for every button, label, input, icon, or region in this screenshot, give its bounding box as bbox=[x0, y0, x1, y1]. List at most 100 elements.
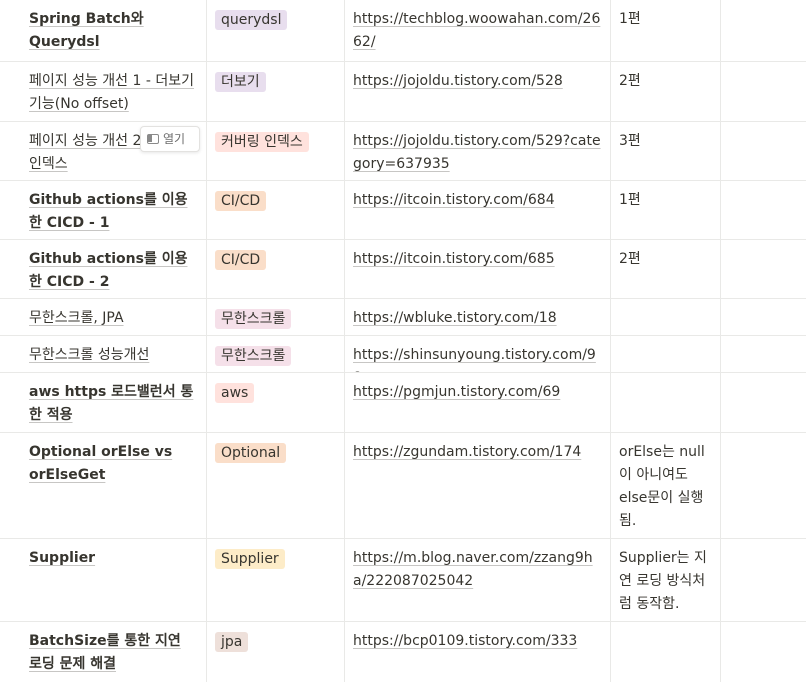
url-link[interactable]: https://pgmjun.tistory.com/69 bbox=[353, 384, 560, 400]
url-cell[interactable]: https://wbluke.tistory.com/18 bbox=[345, 299, 611, 335]
table-row[interactable]: aws https 로드밸런서 통한 적용 aws https://pgmjun… bbox=[0, 373, 806, 433]
tag-cell[interactable]: 커버링 인덱스 bbox=[207, 122, 345, 180]
table-row[interactable]: Spring Batch와 Querydsl querydsl https://… bbox=[0, 0, 806, 62]
note-cell[interactable]: 1편 bbox=[611, 0, 721, 61]
row-title[interactable]: Spring Batch와 Querydsl bbox=[29, 11, 144, 50]
table-row[interactable]: BatchSize를 통한 지연 로딩 문제 해결 jpa https://bc… bbox=[0, 622, 806, 682]
table-row[interactable]: Optional orElse vs orElseGet Optional ht… bbox=[0, 433, 806, 539]
table-row[interactable]: 페이지 성능 개선 1 - 더보기 기능(No offset) 더보기 http… bbox=[0, 62, 806, 122]
empty-cell[interactable] bbox=[721, 299, 806, 335]
tag-chip: jpa bbox=[215, 632, 249, 652]
url-link[interactable]: https://bcp0109.tistory.com/333 bbox=[353, 633, 577, 649]
url-cell[interactable]: https://jojoldu.tistory.com/529?category… bbox=[345, 122, 611, 180]
empty-cell[interactable] bbox=[721, 62, 806, 121]
tag-chip: querydsl bbox=[215, 10, 288, 30]
row-title[interactable]: aws https 로드밸런서 통한 적용 bbox=[29, 384, 193, 423]
url-cell[interactable]: https://m.blog.naver.com/zzang9ha/222087… bbox=[345, 539, 611, 621]
tag-cell[interactable]: CI/CD bbox=[207, 240, 345, 298]
table-row[interactable]: Supplier Supplier https://m.blog.naver.c… bbox=[0, 539, 806, 622]
note-cell[interactable]: 2편 bbox=[611, 62, 721, 121]
row-title[interactable]: Optional orElse vs orElseGet bbox=[29, 444, 172, 483]
note-text: 1편 bbox=[619, 11, 641, 27]
title-cell[interactable]: BatchSize를 통한 지연 로딩 문제 해결 bbox=[21, 622, 207, 682]
table-row[interactable]: Github actions를 이용한 CICD - 1 CI/CD https… bbox=[0, 181, 806, 240]
note-text: 1편 bbox=[619, 192, 641, 208]
tag-cell[interactable]: querydsl bbox=[207, 0, 345, 61]
url-cell[interactable]: https://bcp0109.tistory.com/333 bbox=[345, 622, 611, 682]
empty-cell[interactable] bbox=[721, 181, 806, 239]
empty-cell[interactable] bbox=[721, 433, 806, 538]
tag-chip: Optional bbox=[215, 443, 287, 463]
title-cell[interactable]: aws https 로드밸런서 통한 적용 bbox=[21, 373, 207, 432]
note-cell[interactable] bbox=[611, 336, 721, 372]
empty-cell[interactable] bbox=[721, 539, 806, 621]
tag-chip: 무한스크롤 bbox=[215, 346, 292, 366]
url-cell[interactable]: https://techblog.woowahan.com/2662/ bbox=[345, 0, 611, 61]
url-link[interactable]: https://techblog.woowahan.com/2662/ bbox=[353, 11, 600, 50]
note-cell[interactable]: 2편 bbox=[611, 240, 721, 298]
tag-chip: aws bbox=[215, 383, 255, 403]
empty-cell[interactable] bbox=[721, 0, 806, 61]
note-text: 2편 bbox=[619, 73, 641, 89]
tag-cell[interactable]: Supplier bbox=[207, 539, 345, 621]
tag-cell[interactable]: aws bbox=[207, 373, 345, 432]
tag-chip: 더보기 bbox=[215, 72, 266, 92]
title-cell[interactable]: 무한스크롤 성능개선 bbox=[21, 336, 207, 372]
url-link[interactable]: https://jojoldu.tistory.com/528 bbox=[353, 73, 563, 89]
tag-chip: 무한스크롤 bbox=[215, 309, 292, 329]
url-cell[interactable]: https://itcoin.tistory.com/684 bbox=[345, 181, 611, 239]
tag-cell[interactable]: CI/CD bbox=[207, 181, 345, 239]
title-cell[interactable]: 페이지 성능 개선 1 - 더보기 기능(No offset) bbox=[21, 62, 207, 121]
tag-cell[interactable]: 더보기 bbox=[207, 62, 345, 121]
note-cell[interactable] bbox=[611, 373, 721, 432]
url-link[interactable]: https://jojoldu.tistory.com/529?category… bbox=[353, 133, 601, 172]
empty-cell[interactable] bbox=[721, 373, 806, 432]
row-title[interactable]: Supplier bbox=[29, 550, 95, 566]
row-title[interactable]: 무한스크롤, JPA bbox=[29, 310, 124, 326]
url-link[interactable]: https://m.blog.naver.com/zzang9ha/222087… bbox=[353, 550, 593, 589]
tag-cell[interactable]: 무한스크롤 bbox=[207, 299, 345, 335]
tag-cell[interactable]: jpa bbox=[207, 622, 345, 682]
title-cell[interactable]: Supplier bbox=[21, 539, 207, 621]
title-cell[interactable]: Spring Batch와 Querydsl bbox=[21, 0, 207, 61]
note-text: 3편 bbox=[619, 133, 641, 149]
tag-cell[interactable]: Optional bbox=[207, 433, 345, 538]
title-cell[interactable]: Github actions를 이용한 CICD - 2 bbox=[21, 240, 207, 298]
url-link[interactable]: https://itcoin.tistory.com/685 bbox=[353, 251, 555, 267]
open-page-button[interactable]: 열기 bbox=[140, 126, 200, 152]
tag-chip: CI/CD bbox=[215, 191, 267, 211]
empty-cell[interactable] bbox=[721, 336, 806, 372]
url-cell[interactable]: https://itcoin.tistory.com/685 bbox=[345, 240, 611, 298]
row-title[interactable]: 페이지 성능 개선 1 - 더보기 기능(No offset) bbox=[29, 73, 194, 112]
url-cell[interactable]: https://shinsunyoung.tistory.com/98 bbox=[345, 336, 611, 372]
url-link[interactable]: https://itcoin.tistory.com/684 bbox=[353, 192, 555, 208]
note-cell[interactable] bbox=[611, 622, 721, 682]
empty-cell[interactable] bbox=[721, 622, 806, 682]
table-row[interactable]: 무한스크롤, JPA 무한스크롤 https://wbluke.tistory.… bbox=[0, 299, 806, 336]
url-link[interactable]: https://zgundam.tistory.com/174 bbox=[353, 444, 581, 460]
url-link[interactable]: https://shinsunyoung.tistory.com/98 bbox=[353, 347, 596, 372]
url-cell[interactable]: https://jojoldu.tistory.com/528 bbox=[345, 62, 611, 121]
url-cell[interactable]: https://zgundam.tistory.com/174 bbox=[345, 433, 611, 538]
tag-chip: 커버링 인덱스 bbox=[215, 132, 309, 152]
row-title[interactable]: Github actions를 이용한 CICD - 1 bbox=[29, 192, 187, 231]
row-title[interactable]: 무한스크롤 성능개선 bbox=[29, 347, 149, 363]
url-cell[interactable]: https://pgmjun.tistory.com/69 bbox=[345, 373, 611, 432]
note-cell[interactable]: 1편 bbox=[611, 181, 721, 239]
empty-cell[interactable] bbox=[721, 122, 806, 180]
note-cell[interactable] bbox=[611, 299, 721, 335]
table-row[interactable]: Github actions를 이용한 CICD - 2 CI/CD https… bbox=[0, 240, 806, 299]
note-cell[interactable]: Supplier는 지연 로딩 방식처럼 동작함. bbox=[611, 539, 721, 621]
note-cell[interactable]: 3편 bbox=[611, 122, 721, 180]
tag-cell[interactable]: 무한스크롤 bbox=[207, 336, 345, 372]
table-row[interactable]: 페이지 성능 개선 2 - 커버링 인덱스 커버링 인덱스 https://jo… bbox=[0, 122, 806, 181]
row-title[interactable]: Github actions를 이용한 CICD - 2 bbox=[29, 251, 187, 290]
url-link[interactable]: https://wbluke.tistory.com/18 bbox=[353, 310, 557, 326]
table-row[interactable]: 무한스크롤 성능개선 무한스크롤 https://shinsunyoung.ti… bbox=[0, 336, 806, 373]
title-cell[interactable]: Github actions를 이용한 CICD - 1 bbox=[21, 181, 207, 239]
row-title[interactable]: BatchSize를 통한 지연 로딩 문제 해결 bbox=[29, 633, 181, 672]
title-cell[interactable]: 무한스크롤, JPA bbox=[21, 299, 207, 335]
note-cell[interactable]: orElse는 null이 아니여도 else문이 실행됨. bbox=[611, 433, 721, 538]
title-cell[interactable]: Optional orElse vs orElseGet bbox=[21, 433, 207, 538]
empty-cell[interactable] bbox=[721, 240, 806, 298]
